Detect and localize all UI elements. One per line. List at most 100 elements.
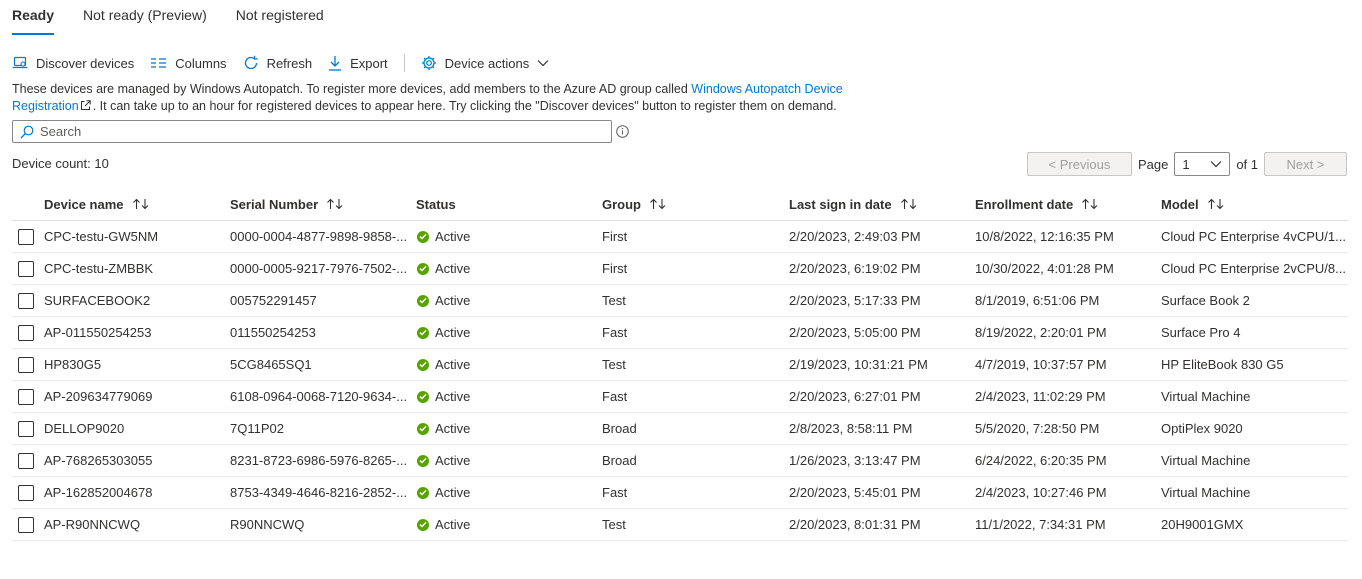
tab-ready[interactable]: Ready xyxy=(12,0,55,36)
table-row[interactable]: AP-768265303055 8231-8723-6986-5976-8265… xyxy=(12,445,1348,477)
enrollment-date: 2/4/2023, 10:27:46 PM xyxy=(975,485,1107,500)
status-text: Active xyxy=(435,357,471,372)
model-name: Virtual Machine xyxy=(1161,389,1251,404)
device-actions-button[interactable]: Device actions xyxy=(421,51,550,75)
table-row[interactable]: AP-R90NNCWQ R90NNCWQ Active Test 2/20/20… xyxy=(12,509,1348,541)
info-icon[interactable] xyxy=(616,125,629,138)
status-cell: Active xyxy=(416,357,602,372)
search-input[interactable] xyxy=(40,124,600,139)
model-name: Virtual Machine xyxy=(1161,453,1251,468)
column-header-label: Device name xyxy=(44,196,124,212)
model-cell: Cloud PC Enterprise 4vCPU/1... xyxy=(1161,229,1348,244)
group-cell: Test xyxy=(602,357,789,372)
row-checkbox[interactable] xyxy=(18,292,34,309)
page-label: Page xyxy=(1137,156,1169,172)
column-header-last-sign-in[interactable]: Last sign in date xyxy=(789,197,975,212)
device-name: SURFACEBOOK2 xyxy=(44,293,151,308)
enrollment-cell: 2/4/2023, 10:27:46 PM xyxy=(975,485,1161,500)
table-row[interactable]: CPC-testu-GW5NM 0000-0004-4877-9898-9858… xyxy=(12,221,1348,253)
serial-number-cell: 8753-4349-4646-8216-2852-... xyxy=(230,485,416,500)
sort-icon[interactable] xyxy=(132,198,150,210)
sort-icon[interactable] xyxy=(1081,198,1099,210)
enrollment-cell: 6/24/2022, 6:20:35 PM xyxy=(975,453,1161,468)
table-row[interactable]: HP830G5 5CG8465SQ1 Active Test 2/19/2023… xyxy=(12,349,1348,381)
check-circle-icon xyxy=(417,454,429,467)
serial-number: 7Q11P02 xyxy=(230,421,284,436)
tab-not-ready[interactable]: Not ready (Preview) xyxy=(83,0,207,36)
enrollment-cell: 8/19/2022, 2:20:01 PM xyxy=(975,325,1161,340)
enrollment-cell: 10/8/2022, 12:16:35 PM xyxy=(975,229,1161,244)
discover-devices-label: Discover devices xyxy=(36,55,135,71)
group-name: Broad xyxy=(602,421,637,436)
row-checkbox[interactable] xyxy=(18,228,34,245)
status-cell: Active xyxy=(416,421,602,436)
previous-page-button[interactable]: < Previous xyxy=(1026,152,1132,176)
refresh-button[interactable]: Refresh xyxy=(243,51,312,75)
sort-icon[interactable] xyxy=(1207,198,1225,210)
info-text-after: . It can take up to an hour for register… xyxy=(92,99,837,113)
table-row[interactable]: AP-162852004678 8753-4349-4646-8216-2852… xyxy=(12,477,1348,509)
status-cell: Active xyxy=(416,229,602,244)
toolbar-divider xyxy=(403,54,405,72)
serial-number: 8231-8723-6986-5976-8265-... xyxy=(230,453,408,468)
page-select[interactable]: 1 xyxy=(1174,152,1231,176)
status-cell: Active xyxy=(416,293,602,308)
row-checkbox[interactable] xyxy=(18,356,34,373)
model-cell: Cloud PC Enterprise 2vCPU/8... xyxy=(1161,261,1348,276)
table-row[interactable]: SURFACEBOOK2 005752291457 Active Test 2/… xyxy=(12,285,1348,317)
export-button[interactable]: Export xyxy=(328,51,388,75)
table-row[interactable]: AP-011550254253 011550254253 Active Fast… xyxy=(12,317,1348,349)
group-cell: Broad xyxy=(602,453,789,468)
column-header-serial-number[interactable]: Serial Number xyxy=(230,197,416,212)
device-name: AP-209634779069 xyxy=(44,389,153,404)
group-cell: First xyxy=(602,229,789,244)
serial-number: 6108-0964-0068-7120-9634-... xyxy=(230,389,408,404)
column-header-model[interactable]: Model xyxy=(1161,197,1348,212)
sort-icon[interactable] xyxy=(326,198,344,210)
columns-icon xyxy=(151,58,167,68)
status-cell: Active xyxy=(416,261,602,276)
discover-devices-button[interactable]: Discover devices xyxy=(12,51,134,75)
row-checkbox[interactable] xyxy=(18,324,34,341)
model-cell: Surface Book 2 xyxy=(1161,293,1348,308)
model-cell: Virtual Machine xyxy=(1161,485,1348,500)
row-checkbox[interactable] xyxy=(18,484,34,501)
row-checkbox[interactable] xyxy=(18,452,34,469)
status-cell: Active xyxy=(416,517,602,532)
columns-button[interactable]: Columns xyxy=(150,51,227,75)
external-link-icon xyxy=(80,100,91,110)
column-header-device-name[interactable]: Device name xyxy=(44,197,230,212)
table-row[interactable]: DELLOP9020 7Q11P02 Active Broad 2/8/2023… xyxy=(12,413,1348,445)
row-checkbox[interactable] xyxy=(18,420,34,437)
row-select-cell xyxy=(12,452,44,469)
row-checkbox[interactable] xyxy=(18,516,34,533)
device-count: Device count: 10 xyxy=(12,156,109,171)
group-cell: Fast xyxy=(602,485,789,500)
status-text: Active xyxy=(435,293,471,308)
device-actions-label: Device actions xyxy=(444,55,530,71)
row-checkbox[interactable] xyxy=(18,260,34,277)
group-cell: Fast xyxy=(602,389,789,404)
enrollment-date: 8/19/2022, 2:20:01 PM xyxy=(975,325,1107,340)
sort-icon[interactable] xyxy=(649,198,667,210)
table-row[interactable]: AP-209634779069 6108-0964-0068-7120-9634… xyxy=(12,381,1348,413)
model-name: 20H9001GMX xyxy=(1161,517,1244,532)
sort-icon[interactable] xyxy=(900,198,918,210)
download-icon xyxy=(329,56,342,71)
table-row[interactable]: CPC-testu-ZMBBK 0000-0005-9217-7976-7502… xyxy=(12,253,1348,285)
device-name-cell: AP-768265303055 xyxy=(44,453,230,468)
device-name-cell: HP830G5 xyxy=(44,357,230,372)
column-header-status: Status xyxy=(416,197,602,212)
group-cell: Test xyxy=(602,517,789,532)
model-cell: Virtual Machine xyxy=(1161,453,1348,468)
status-cell: Active xyxy=(416,325,602,340)
column-header-group[interactable]: Group xyxy=(602,197,789,212)
row-checkbox[interactable] xyxy=(18,388,34,405)
group-cell: Test xyxy=(602,293,789,308)
next-page-button[interactable]: Next > xyxy=(1264,152,1347,176)
status-cell: Active xyxy=(416,485,602,500)
column-header-enrollment-date[interactable]: Enrollment date xyxy=(975,197,1161,212)
row-select-cell xyxy=(12,260,44,277)
last-sign-in-date: 2/20/2023, 5:45:01 PM xyxy=(789,485,921,500)
tab-not-registered[interactable]: Not registered xyxy=(236,0,324,36)
